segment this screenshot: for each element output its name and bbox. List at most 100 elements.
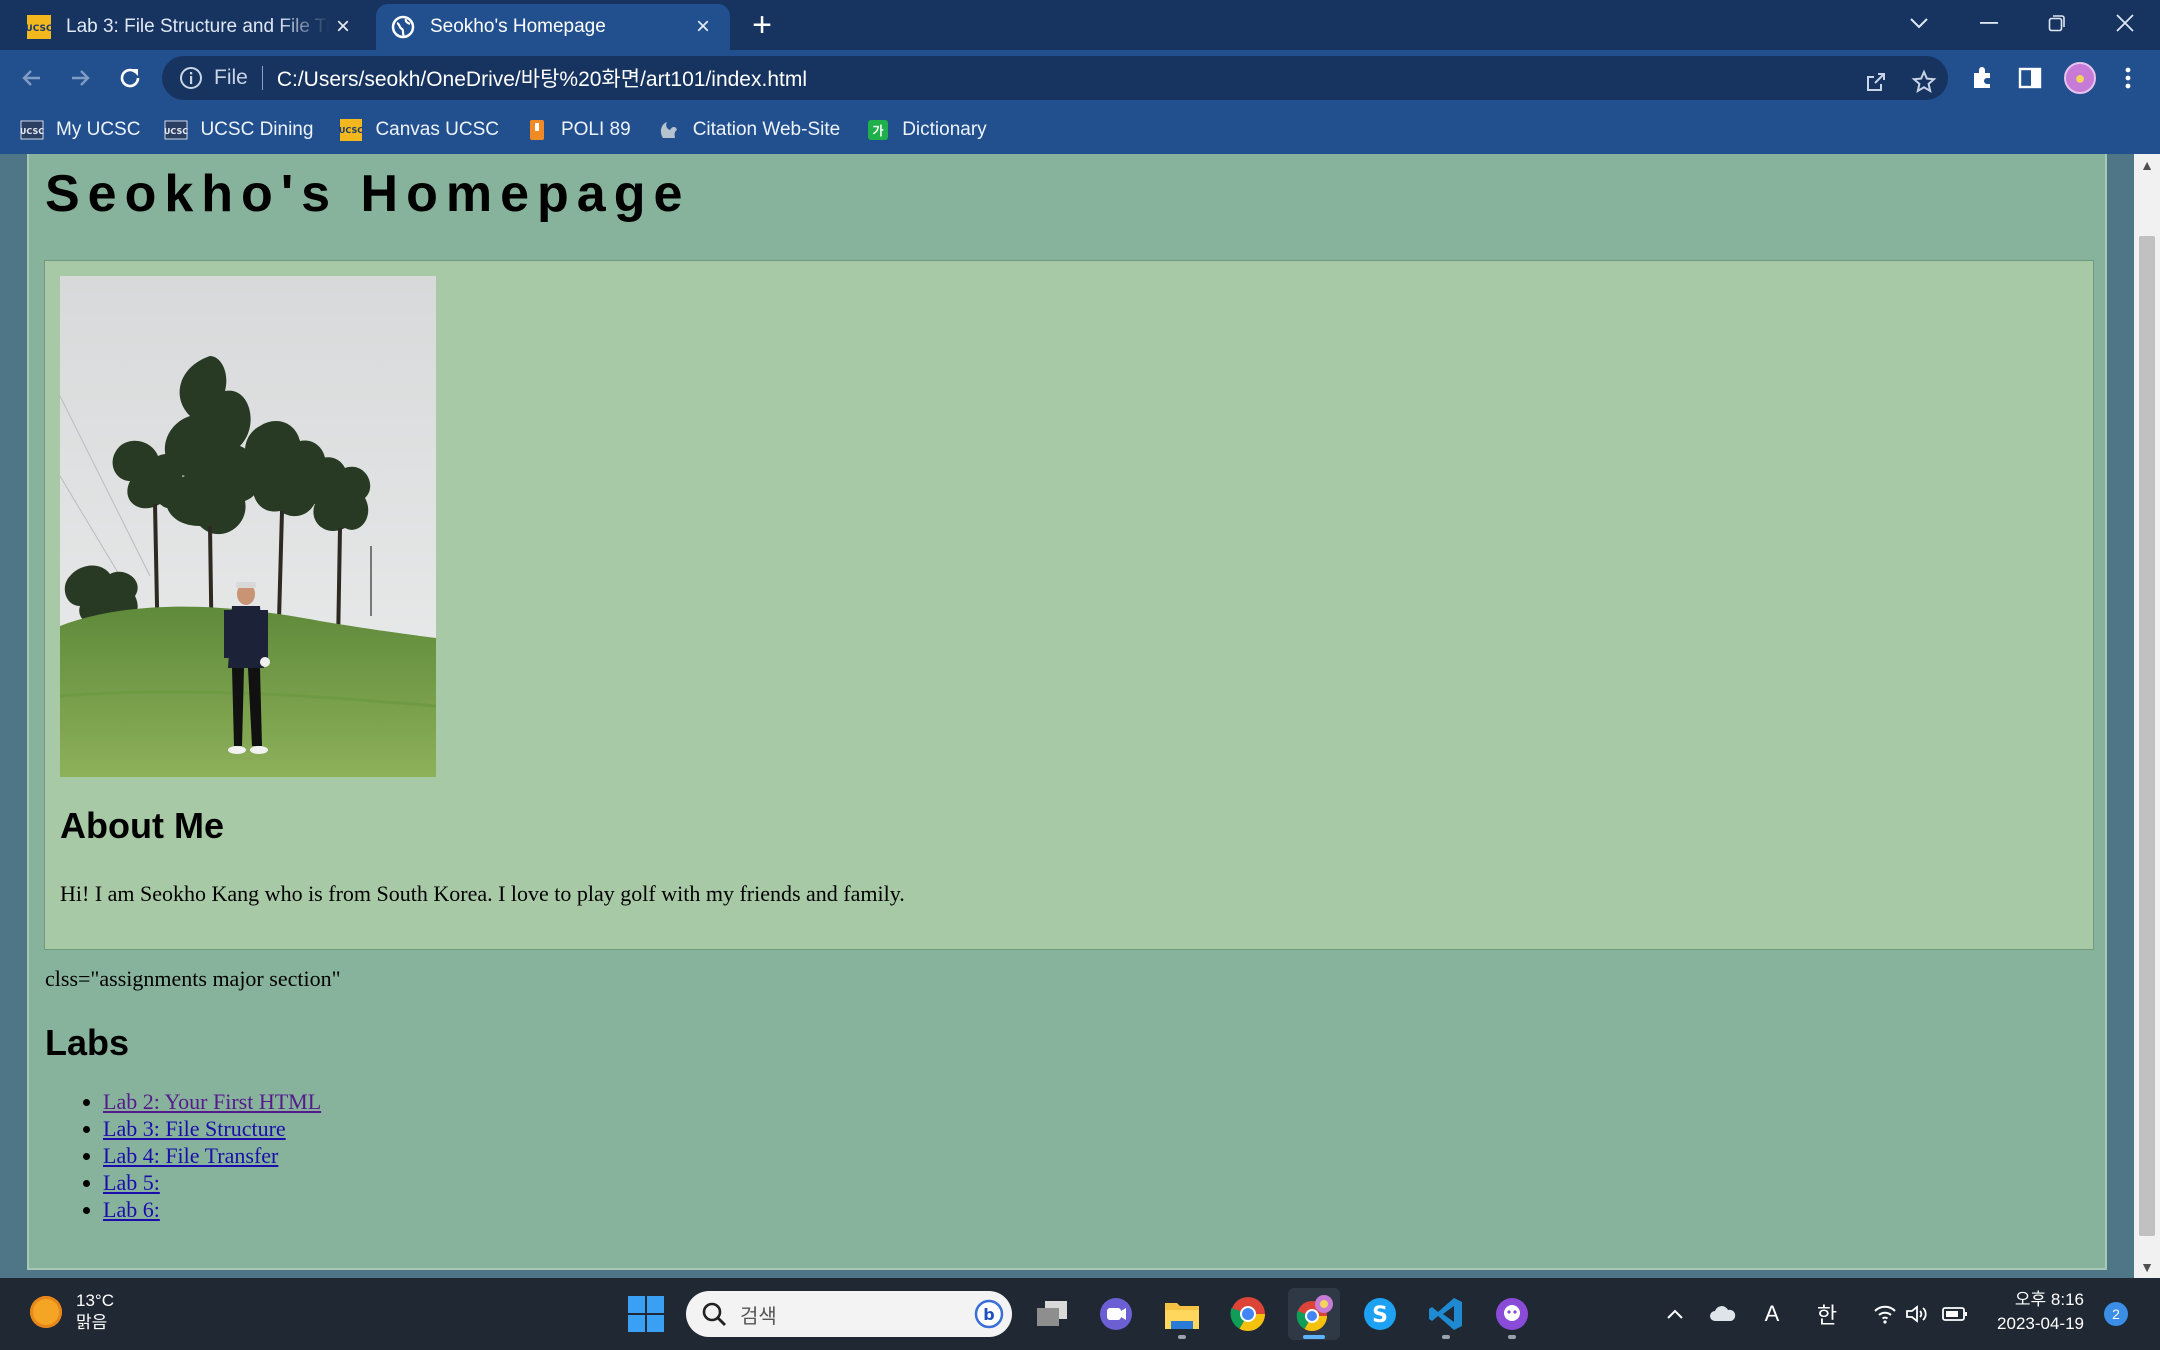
new-tab-button[interactable]: + [742, 8, 782, 44]
ucsc-icon: UCSC [164, 118, 188, 142]
bookmark-canvas-ucsc[interactable]: UCSC Canvas UCSC [339, 112, 499, 148]
stray-attribute-text: clss="assignments major section" [45, 966, 341, 991]
list-item: Lab 3: File Structure [103, 1115, 321, 1142]
ime-mode-indicator[interactable]: A [1758, 1296, 1786, 1332]
list-item: Lab 5: [103, 1169, 321, 1196]
restore-button[interactable] [2026, 0, 2088, 46]
bookmark-ucsc-dining[interactable]: UCSC UCSC Dining [164, 112, 313, 148]
side-panel-icon [2018, 67, 2042, 89]
running-indicator [1508, 1335, 1516, 1339]
scroll-thumb[interactable] [2139, 236, 2155, 1236]
extensions-button[interactable] [1962, 58, 2002, 98]
lab-3-link[interactable]: Lab 3: File Structure [103, 1116, 286, 1141]
tab-lab3[interactable]: UCSC Lab 3: File Structure and File Tran… [12, 4, 370, 50]
back-button[interactable] [12, 60, 52, 96]
volume-button[interactable] [1904, 1296, 1930, 1332]
notification-badge[interactable]: 2 [2104, 1302, 2128, 1326]
labs-list: Lab 2: Your First HTML Lab 3: File Struc… [45, 1088, 321, 1223]
bookmark-label: Dictionary [902, 119, 987, 140]
bookmark-label: POLI 89 [560, 119, 631, 140]
tab-bar: UCSC Lab 3: File Structure and File Tran… [0, 0, 2160, 50]
tab-close-icon[interactable]: × [690, 13, 716, 41]
list-item: Lab 6: [103, 1196, 321, 1223]
weather-temp: 13°C [76, 1291, 114, 1310]
squirrel-icon [657, 118, 681, 142]
bing-icon: b [974, 1299, 1004, 1329]
about-section: About Me Hi! I am Seokho Kang who is fro… [44, 260, 2094, 950]
labs-heading: Labs [45, 1022, 130, 1063]
info-icon[interactable] [178, 65, 204, 91]
bookmark-poli-89[interactable]: POLI 89 [525, 112, 631, 148]
github-desktop-button[interactable] [1486, 1288, 1538, 1340]
tab-search-button[interactable] [1888, 0, 1950, 46]
chrome-profile-icon [1296, 1295, 1333, 1332]
bookmark-star-button[interactable] [1904, 62, 1944, 102]
chrome-button[interactable] [1222, 1288, 1274, 1340]
taskbar-search[interactable]: 검색 b [686, 1291, 1012, 1337]
wifi-button[interactable] [1872, 1296, 1898, 1332]
globe-icon [391, 15, 415, 39]
file-explorer-button[interactable] [1156, 1288, 1208, 1340]
tab-homepage[interactable]: Seokho's Homepage × [376, 4, 730, 50]
battery-button[interactable] [1940, 1296, 1970, 1332]
vscode-icon [1429, 1298, 1462, 1330]
forward-button[interactable] [60, 60, 100, 96]
scroll-up-arrow[interactable]: ▲ [2134, 154, 2160, 176]
address-bar[interactable]: File C:/Users/seokh/OneDrive/바탕%20화면/art… [162, 56, 1948, 100]
battery-icon [1942, 1307, 1967, 1321]
about-text: Hi! I am Seokho Kang who is from South K… [60, 881, 905, 906]
bookmark-orange-icon [525, 118, 549, 142]
close-icon [2116, 14, 2134, 32]
list-item: Lab 2: Your First HTML [103, 1088, 321, 1115]
url-text[interactable]: C:/Users/seokh/OneDrive/바탕%20화면/art101/i… [277, 63, 807, 93]
weather-widget[interactable]: 13°C 맑음 [30, 1290, 114, 1334]
tab-title: Seokho's Homepage [430, 16, 606, 37]
lab-2-link[interactable]: Lab 2: Your First HTML [103, 1089, 321, 1114]
vscode-button[interactable] [1420, 1288, 1472, 1340]
onedrive-button[interactable] [1708, 1296, 1738, 1332]
skype-button[interactable]: S [1354, 1288, 1406, 1340]
reload-button[interactable] [110, 60, 150, 96]
close-window-button[interactable] [2094, 0, 2156, 46]
tab-close-icon[interactable]: × [330, 13, 356, 41]
profile-button[interactable]: ● [2060, 58, 2100, 98]
lab-5-link[interactable]: Lab 5: [103, 1170, 160, 1195]
chrome-icon [1230, 1297, 1265, 1331]
ucsc-icon: UCSC [20, 118, 44, 142]
list-item: Lab 4: File Transfer [103, 1142, 321, 1169]
bookmark-dictionary[interactable]: 가 Dictionary [866, 112, 987, 148]
share-button[interactable] [1856, 62, 1896, 102]
bookmarks-bar: UCSC My UCSC UCSC UCSC Dining UCSC Canva… [0, 106, 2160, 154]
chrome-profile-button[interactable] [1288, 1288, 1340, 1340]
task-view-button[interactable] [1026, 1288, 1078, 1340]
minimize-icon [1980, 22, 1998, 24]
dictionary-icon: 가 [866, 118, 890, 142]
lab-4-link[interactable]: Lab 4: File Transfer [103, 1143, 278, 1168]
teams-chat-button[interactable] [1090, 1288, 1142, 1340]
restore-icon [2048, 15, 2065, 32]
bookmark-citation-web-site[interactable]: Citation Web-Site [657, 112, 840, 148]
show-hidden-icons-button[interactable] [1662, 1296, 1688, 1332]
ime-language-indicator[interactable]: 한 [1812, 1296, 1842, 1332]
address-separator [261, 66, 263, 90]
wifi-icon [1874, 1305, 1896, 1324]
start-button[interactable] [620, 1288, 672, 1340]
minimize-button[interactable] [1958, 0, 2020, 46]
search-placeholder: 검색 [740, 1305, 777, 1328]
page-title: Seokho's Homepage [45, 165, 691, 223]
lab-6-link[interactable]: Lab 6: [103, 1197, 160, 1222]
taskbar: 13°C 맑음 검색 b S A 한 오후 8:16 2023-04-19 2 [0, 1278, 2160, 1350]
ucsc-canvas-icon: UCSC [339, 118, 363, 142]
github-icon [1496, 1298, 1528, 1330]
page-viewport: Seokho's Homepage About Me Hi! I am Seok… [0, 154, 2134, 1278]
task-view-icon [1037, 1301, 1067, 1326]
chat-icon [1100, 1298, 1132, 1330]
running-indicator [1178, 1335, 1186, 1339]
scroll-down-arrow[interactable]: ▼ [2134, 1256, 2160, 1278]
taskbar-clock[interactable]: 오후 8:16 2023-04-19 [1988, 1288, 2084, 1336]
menu-button[interactable] [2108, 58, 2148, 98]
kebab-menu-icon [2125, 67, 2131, 89]
bookmark-my-ucsc[interactable]: UCSC My UCSC [20, 112, 140, 148]
vertical-scrollbar[interactable]: ▲ ▼ [2134, 154, 2160, 1278]
side-panel-button[interactable] [2010, 58, 2050, 98]
